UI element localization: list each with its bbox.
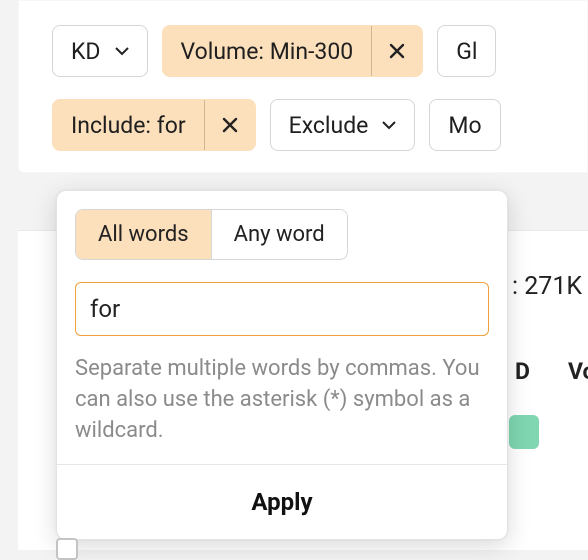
include-filter-label: Include: for (53, 100, 204, 150)
volume-filter[interactable]: Volume: Min-300 (162, 25, 424, 77)
filter-row-2: Include: for Exclude Mo (52, 99, 588, 151)
include-filter[interactable]: Include: for (52, 99, 256, 151)
global-filter[interactable]: Gl (437, 25, 496, 77)
apply-button[interactable]: Apply (245, 487, 318, 517)
close-icon (221, 116, 239, 134)
caret-down-icon (115, 46, 129, 56)
exclude-filter[interactable]: Exclude (270, 99, 416, 151)
all-words-tab[interactable]: All words (76, 210, 211, 259)
filter-row-1: KD Volume: Min-300 Gl (52, 25, 588, 77)
row-checkbox[interactable] (56, 538, 78, 560)
column-header-volume[interactable]: Vo (568, 358, 588, 385)
more-filter-label: Mo (448, 112, 481, 139)
more-filter[interactable]: Mo (429, 99, 500, 151)
close-icon (388, 42, 406, 60)
column-header-kd[interactable]: D (515, 358, 530, 385)
kd-filter-label: KD (71, 38, 101, 65)
kd-score-pill (509, 415, 539, 449)
any-word-tab[interactable]: Any word (212, 210, 347, 259)
include-words-input[interactable] (75, 282, 489, 336)
total-volume-label: : 271K (512, 272, 582, 301)
include-filter-clear[interactable] (205, 116, 255, 134)
include-filter-popover: All words Any word Separate multiple wor… (56, 190, 508, 540)
global-filter-label: Gl (456, 38, 477, 65)
filter-bar: KD Volume: Min-300 Gl Include: for Exclu… (18, 0, 588, 173)
volume-filter-clear[interactable] (372, 42, 422, 60)
kd-filter[interactable]: KD (52, 25, 148, 77)
apply-bar: Apply (57, 464, 507, 539)
caret-down-icon (382, 120, 396, 130)
volume-filter-label: Volume: Min-300 (163, 26, 372, 76)
include-hint-text: Separate multiple words by commas. You c… (75, 354, 489, 446)
word-match-toggle: All words Any word (75, 209, 348, 260)
exclude-filter-label: Exclude (289, 112, 369, 139)
